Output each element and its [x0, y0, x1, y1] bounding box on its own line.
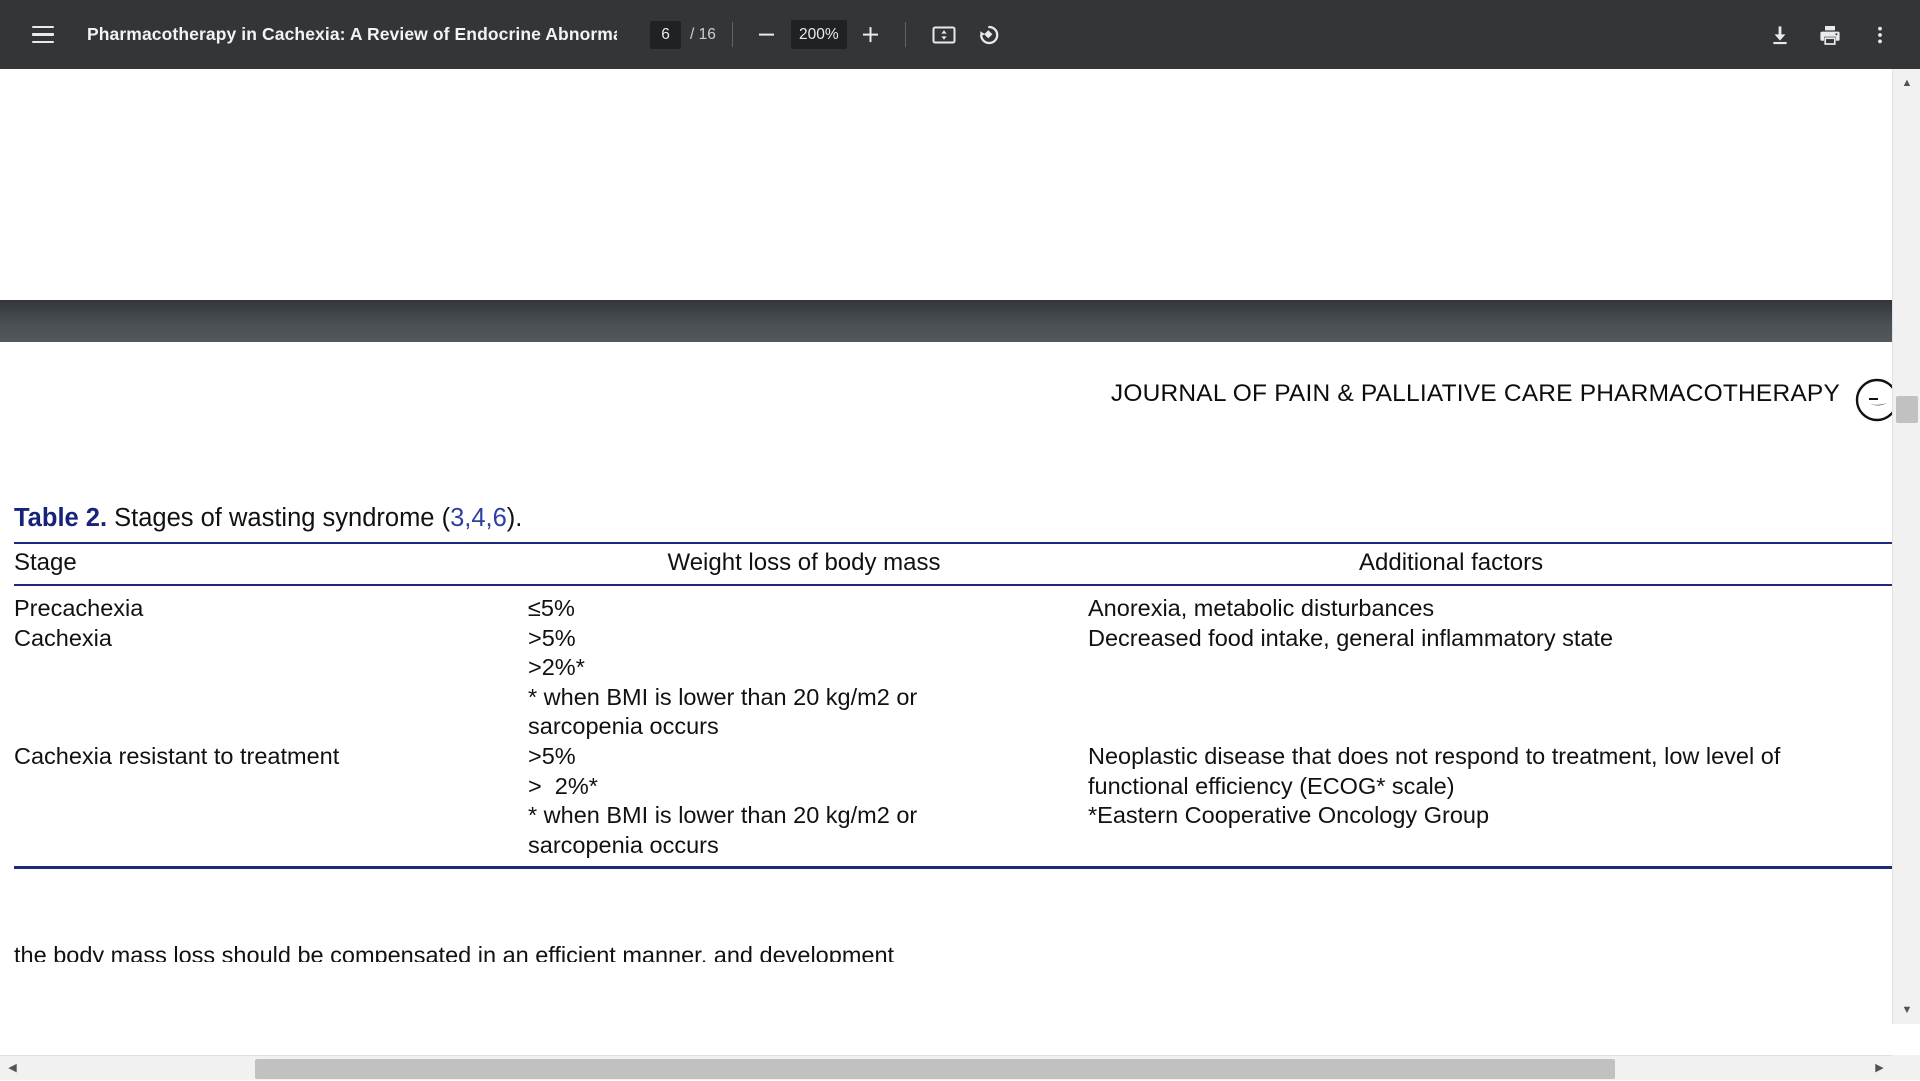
column-header-additional: Additional factors: [1084, 549, 1892, 577]
vertical-scrollbar[interactable]: ▲ ▼: [1892, 69, 1920, 1024]
table-row: Cachexia >5% >2%* * when BMI is lower th…: [14, 624, 1892, 742]
download-icon: [1768, 23, 1792, 47]
cell-additional-line: Neoplastic disease that does not respond…: [1084, 742, 1892, 772]
paragraph-below-table: the body mass loss should be compensated…: [14, 942, 1884, 962]
previous-page-fragment: [0, 69, 1892, 300]
journal-crossmark-logo: [1854, 377, 1892, 423]
zoom-in-button[interactable]: [853, 17, 889, 53]
table-2: Table 2. Stages of wasting syndrome (3,4…: [14, 504, 1892, 869]
cell-additional-line: Anorexia, metabolic disturbances: [1084, 594, 1892, 624]
cell-additional-line: *Eastern Cooperative Oncology Group: [1084, 801, 1892, 831]
document-title: Pharmacotherapy in Cachexia: A Review of…: [87, 24, 617, 45]
zoom-out-button[interactable]: [749, 17, 785, 53]
column-header-weight: Weight loss of body mass: [524, 549, 1084, 577]
table-header-row: Stage Weight loss of body mass Additiona…: [14, 544, 1892, 584]
page-navigation: / 16: [650, 21, 716, 49]
table-caption-text: Stages of wasting syndrome (: [114, 504, 450, 532]
scroll-up-button[interactable]: ▲: [1893, 69, 1920, 97]
horizontal-scrollbar-thumb[interactable]: [255, 1059, 1615, 1079]
table-caption-suffix: ).: [507, 504, 523, 532]
cell-weight-line: >5%: [524, 742, 1084, 772]
vertical-scrollbar-thumb[interactable]: [1896, 396, 1918, 423]
cell-stage: Cachexia resistant to treatment: [14, 742, 524, 772]
cell-additional-line: Decreased food intake, general inflammat…: [1084, 624, 1892, 654]
arrow-up-icon: ▲: [1902, 78, 1913, 89]
fit-to-page-button[interactable]: [922, 13, 966, 57]
arrow-left-icon: ◀: [8, 1063, 16, 1074]
toolbar-divider-1: [732, 22, 733, 47]
table-row: Precachexia ≤5% Anorexia, metabolic dist…: [14, 594, 1892, 624]
scroll-right-button[interactable]: ▶: [1867, 1056, 1892, 1081]
table-caption-citation: 3,4,6: [450, 504, 507, 532]
cell-stage: Cachexia: [14, 624, 524, 654]
cell-weight-line: sarcopenia occurs: [524, 831, 1084, 861]
print-button[interactable]: [1808, 13, 1852, 57]
cell-weight-line: > 2%*: [524, 772, 1084, 802]
cell-additional-line: functional efficiency (ECOG* scale): [1084, 772, 1892, 802]
zoom-controls: 200%: [749, 17, 889, 53]
scrollbar-corner: [1892, 1055, 1920, 1080]
arrow-down-icon: ▼: [1902, 1005, 1913, 1016]
table-caption: Table 2. Stages of wasting syndrome (3,4…: [14, 504, 1892, 533]
cell-weight-line: * when BMI is lower than 20 kg/m2 or: [524, 683, 1084, 713]
table-bottom-rule: [14, 866, 1892, 869]
arrow-right-icon: ▶: [1875, 1063, 1883, 1074]
scroll-down-button[interactable]: ▼: [1893, 996, 1920, 1024]
cell-weight-line: sarcopenia occurs: [524, 712, 1084, 742]
table-caption-label: Table 2.: [14, 504, 107, 532]
scroll-left-button[interactable]: ◀: [0, 1056, 25, 1081]
more-options-icon: [1869, 24, 1891, 46]
journal-running-head: JOURNAL OF PAIN & PALLIATIVE CARE PHARMA…: [1111, 380, 1840, 408]
toolbar-divider-2: [905, 22, 906, 47]
page-number-input[interactable]: [650, 21, 681, 49]
hamburger-menu-icon: [32, 26, 54, 44]
zoom-level-display[interactable]: 200%: [791, 20, 847, 49]
current-pdf-page: JOURNAL OF PAIN & PALLIATIVE CARE PHARMA…: [0, 342, 1892, 1024]
table-body: Precachexia ≤5% Anorexia, metabolic dist…: [14, 586, 1892, 866]
column-header-stage: Stage: [14, 549, 524, 577]
print-icon: [1818, 23, 1842, 47]
page-separator-gap: [0, 300, 1892, 342]
cell-weight-line: >2%*: [524, 653, 1084, 683]
sidebar-menu-button[interactable]: [21, 13, 65, 57]
table-row: Cachexia resistant to treatment >5% > 2%…: [14, 742, 1892, 860]
download-button[interactable]: [1758, 13, 1802, 57]
more-options-button[interactable]: [1858, 13, 1902, 57]
cell-weight-line: >5%: [524, 624, 1084, 654]
page-count-label: / 16: [690, 26, 716, 44]
cell-weight-line: ≤5%: [524, 594, 1084, 624]
pdf-viewer-toolbar: Pharmacotherapy in Cachexia: A Review of…: [0, 0, 1920, 69]
cell-weight-line: * when BMI is lower than 20 kg/m2 or: [524, 801, 1084, 831]
cell-stage: Precachexia: [14, 594, 524, 624]
rotate-clockwise-icon: [974, 21, 1001, 48]
pdf-document-viewport[interactable]: JOURNAL OF PAIN & PALLIATIVE CARE PHARMA…: [0, 69, 1892, 1024]
fit-to-page-icon: [931, 22, 957, 48]
horizontal-scrollbar[interactable]: ◀ ▶: [0, 1055, 1892, 1080]
rotate-button[interactable]: [966, 13, 1010, 57]
toolbar-right-actions: [1758, 13, 1902, 57]
